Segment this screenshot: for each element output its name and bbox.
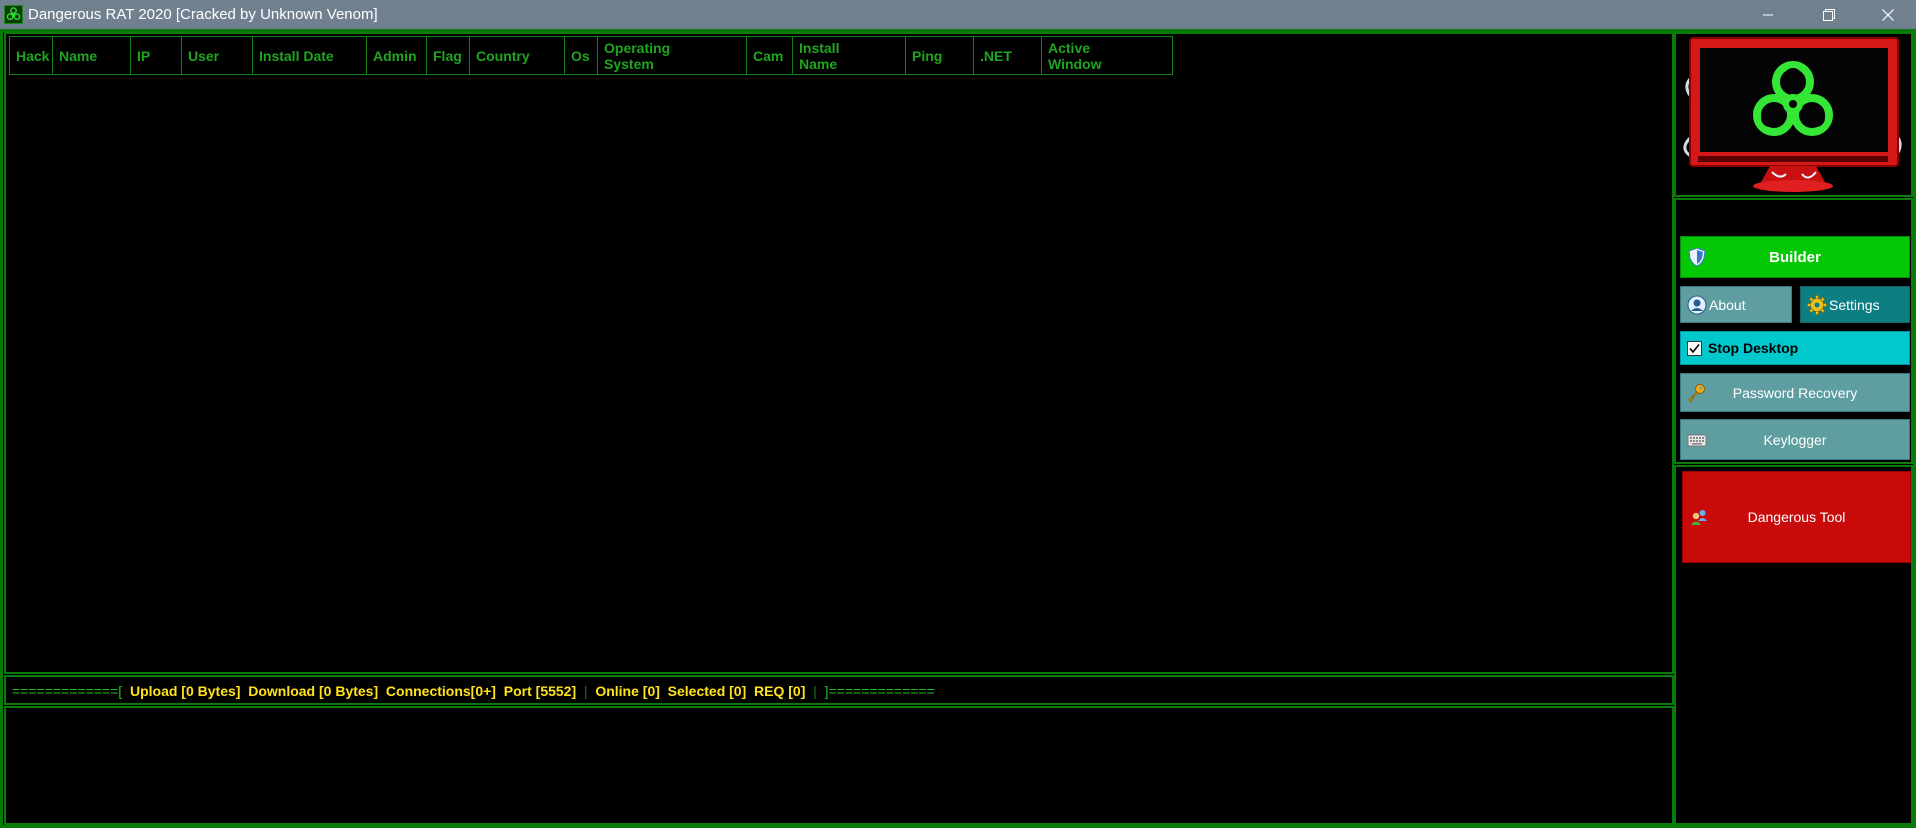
- column-header[interactable]: User: [182, 37, 253, 74]
- column-header[interactable]: Flag: [427, 37, 470, 74]
- column-header[interactable]: Active Window: [1042, 37, 1172, 74]
- keyboard-icon: [1687, 434, 1707, 446]
- status-req: REQ [0]: [754, 683, 806, 699]
- settings-button[interactable]: Settings: [1800, 286, 1910, 323]
- stop-desktop-toggle[interactable]: Stop Desktop: [1680, 331, 1910, 365]
- shield-icon: [1688, 247, 1706, 267]
- column-header[interactable]: Hack: [10, 37, 53, 74]
- status-rule-left: =============: [12, 683, 119, 699]
- user-icon: [1687, 295, 1707, 314]
- status-separator: |: [813, 683, 817, 699]
- status-rule-right: =============: [828, 683, 935, 699]
- keylogger-label: Keylogger: [1763, 431, 1827, 448]
- minimize-button[interactable]: [1740, 0, 1796, 29]
- dangerous-tool-label: Dangerous Tool: [1747, 509, 1846, 525]
- column-header[interactable]: Ping: [906, 37, 974, 74]
- minimize-icon: [1763, 14, 1773, 15]
- client-list[interactable]: Hack Name IP User Install Date Admin Fla…: [4, 32, 1674, 674]
- column-header[interactable]: Cam: [747, 37, 793, 74]
- password-recovery-button[interactable]: Password Recovery: [1680, 373, 1910, 412]
- status-bar: =============[ Upload [0 Bytes] Download…: [4, 675, 1674, 705]
- column-header[interactable]: Country: [470, 37, 565, 74]
- column-header[interactable]: .NET: [974, 37, 1042, 74]
- status-download: Download [0 Bytes]: [248, 683, 379, 699]
- password-recovery-label: Password Recovery: [1732, 384, 1858, 401]
- gear-icon: [1807, 294, 1827, 315]
- dangerous-tool-button[interactable]: Dangerous Tool: [1682, 471, 1911, 563]
- column-header[interactable]: Install Date: [253, 37, 367, 74]
- builder-button[interactable]: Builder: [1680, 236, 1910, 278]
- status-selected: Selected [0]: [667, 683, 747, 699]
- checkmark-icon: [1689, 344, 1700, 354]
- status-separator: |: [583, 683, 588, 699]
- column-header[interactable]: Install Name: [793, 37, 906, 74]
- status-connections: Connections[0+]: [385, 683, 496, 699]
- stop-desktop-checkbox[interactable]: [1687, 341, 1702, 356]
- window-title: Dangerous RAT 2020 [Cracked by Unknown V…: [28, 6, 378, 23]
- log-panel[interactable]: [4, 706, 1674, 825]
- status-port: Port [5552]: [503, 683, 577, 699]
- key-icon: [1688, 383, 1705, 403]
- status-upload: Upload [0 Bytes]: [129, 683, 241, 699]
- sidebar: Builder About Settings Stop Desktop Pass…: [1674, 32, 1913, 825]
- restore-icon: [1823, 8, 1835, 21]
- title-bar: Dangerous RAT 2020 [Cracked by Unknown V…: [0, 0, 1916, 29]
- column-header[interactable]: Name: [53, 37, 131, 74]
- restore-button[interactable]: [1801, 0, 1857, 29]
- column-header[interactable]: Operating System: [598, 37, 747, 74]
- biohazard-monitor-logo: [1674, 32, 1913, 197]
- status-bracket-open: [: [118, 683, 123, 699]
- tool-panel: Dangerous Tool: [1674, 465, 1913, 825]
- builder-label: Builder: [1769, 248, 1821, 266]
- users-icon: [1691, 510, 1707, 525]
- column-header-row: Hack Name IP User Install Date Admin Fla…: [9, 36, 1173, 75]
- status-online: Online [0]: [595, 683, 660, 699]
- action-panel: Builder About Settings Stop Desktop Pass…: [1674, 198, 1913, 464]
- about-button[interactable]: About: [1680, 286, 1792, 323]
- column-header[interactable]: Os: [565, 37, 598, 74]
- column-header[interactable]: Admin: [367, 37, 427, 74]
- keylogger-button[interactable]: Keylogger: [1680, 419, 1910, 460]
- close-button[interactable]: [1860, 0, 1916, 29]
- biohazard-icon: [4, 5, 23, 24]
- close-icon: [1882, 8, 1894, 21]
- column-header[interactable]: IP: [131, 37, 182, 74]
- stop-desktop-label: Stop Desktop: [1708, 340, 1799, 356]
